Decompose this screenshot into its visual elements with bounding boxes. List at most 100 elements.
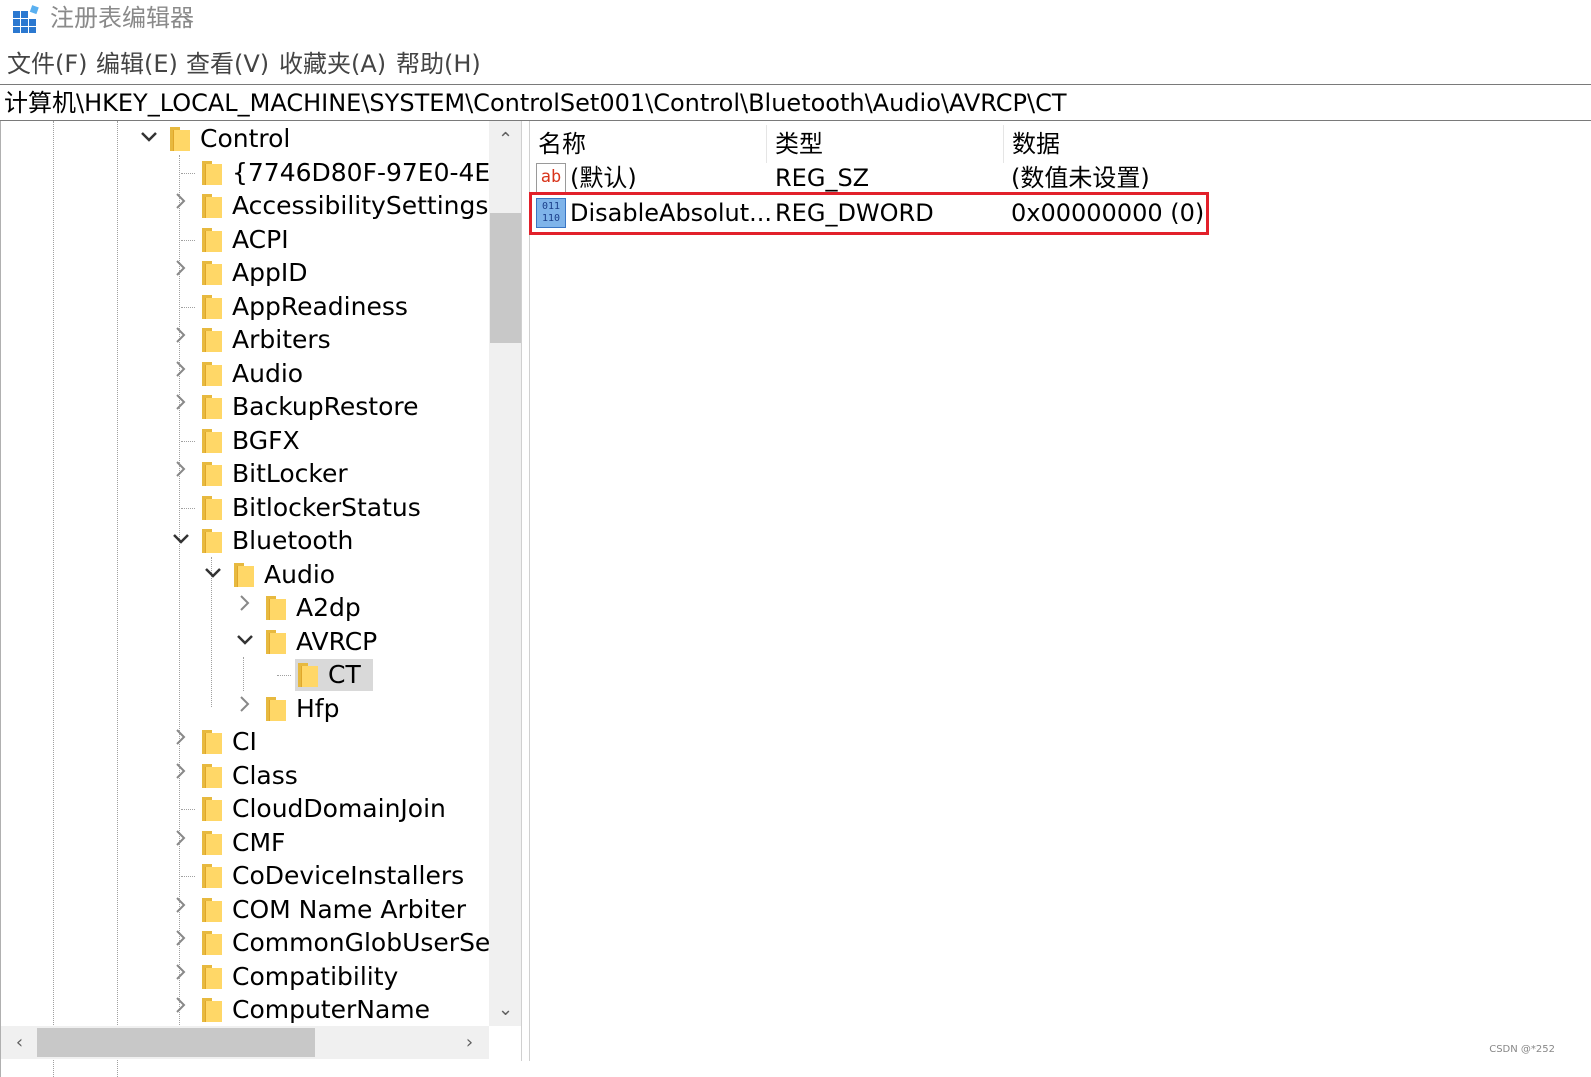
chevron-right-icon[interactable] [169,895,193,923]
menu-edit[interactable]: 编辑(E) [96,48,178,80]
window-title: 注册表编辑器 [50,4,194,32]
tree-item[interactable]: ComputerName [1,993,489,1027]
title-bar: 注册表编辑器 [0,0,1591,38]
folder-icon [202,864,222,888]
folder-icon [202,897,222,922]
tree-item[interactable]: BGFX [1,424,489,458]
tree-item[interactable]: CMF [1,826,489,860]
folder-icon [202,462,222,486]
tree-item[interactable]: A2dp [1,591,489,625]
menu-bar: 文件(F) 编辑(E) 查看(V) 收藏夹(A) 帮助(H) [0,46,1591,84]
scroll-up-icon[interactable]: ⌃ [489,123,521,156]
regedit-app-icon [13,5,39,33]
scroll-thumb[interactable] [37,1028,315,1057]
scroll-thumb[interactable] [490,213,521,343]
tree-item-label: Compatibility [232,961,399,991]
tree-item-label: CI [232,727,257,756]
menu-view[interactable]: 查看(V) [186,48,269,80]
chevron-right-icon[interactable] [169,325,193,353]
chevron-right-icon[interactable] [169,995,193,1023]
folder-icon [266,596,286,620]
chevron-right-icon[interactable] [233,593,257,621]
chevron-right-icon[interactable] [169,359,193,387]
tree-item[interactable]: COM Name Arbiter [1,893,489,927]
tree-connector [277,675,291,676]
chevron-right-icon[interactable] [169,727,193,755]
value-data: (数值未设置) [1011,164,1150,192]
folder-icon [202,227,222,252]
folder-icon [170,127,190,151]
chevron-down-icon[interactable] [201,560,225,588]
tree-item[interactable]: BitLocker [1,457,489,491]
tree-item[interactable]: Compatibility [1,960,489,994]
chevron-right-icon[interactable] [233,694,257,722]
tree-item-label: A2dp [296,593,361,622]
tree-item[interactable]: AccessibilitySettings [1,189,489,223]
tree-item[interactable]: AppID [1,256,489,290]
address-bar[interactable]: 计算机\HKEY_LOCAL_MACHINE\SYSTEM\ControlSet… [0,84,1591,121]
folder-icon [202,495,222,520]
tree-item-label: AVRCP [296,626,378,656]
tree-connector [181,306,195,308]
tree-item[interactable]: Audio [1,357,489,391]
tree-item[interactable]: Bluetooth [1,524,489,558]
folder-icon [202,294,222,319]
chevron-down-icon[interactable] [233,627,257,655]
tree-item[interactable]: {7746D80F-97E0-4E26- [1,156,521,190]
chevron-right-icon[interactable] [169,761,193,789]
tree-item[interactable]: BackupRestore [1,390,489,424]
tree-item[interactable]: Audio [1,558,489,592]
tree-item[interactable]: AppReadiness [1,290,489,324]
tree-item-label: Arbiters [232,325,331,354]
address-path[interactable]: 计算机\HKEY_LOCAL_MACHINE\SYSTEM\ControlSet… [4,87,1067,119]
tree-item[interactable]: ACPI [1,223,489,257]
chevron-right-icon[interactable] [169,258,193,286]
tree-item[interactable]: Class [1,759,489,793]
tree-item[interactable]: CI [1,725,489,759]
tree-item[interactable]: CT [1,658,489,692]
folder-icon [202,998,222,1022]
column-header-type[interactable]: 类型 [767,125,1003,163]
folder-icon [202,160,222,185]
menu-file[interactable]: 文件(F) [7,48,88,80]
chevron-down-icon[interactable] [137,124,161,152]
chevron-right-icon[interactable] [169,392,193,420]
chevron-right-icon[interactable] [169,828,193,856]
column-header-data[interactable]: 数据 [1004,125,1304,163]
tree-item[interactable]: CommonGlobUserSetti [1,926,517,960]
menu-help[interactable]: 帮助(H) [396,48,481,80]
scroll-right-icon[interactable]: › [453,1026,486,1059]
folder-icon [202,529,222,553]
pane-splitter[interactable] [521,121,530,1061]
chevron-right-icon[interactable] [169,459,193,487]
chevron-right-icon[interactable] [169,928,193,956]
folder-icon [202,361,222,386]
tree-item[interactable]: AVRCP [1,625,489,659]
tree-item[interactable]: Control [1,122,489,156]
chevron-right-icon[interactable] [169,962,193,990]
string-value-icon: ab [536,163,566,193]
tree-item-label: AppReadiness [232,291,408,321]
tree-item[interactable]: Arbiters [1,323,489,357]
scroll-down-icon[interactable]: ⌄ [489,993,521,1026]
menu-favorites[interactable]: 收藏夹(A) [279,48,386,80]
folder-icon [202,194,222,218]
tree-item-label: BitLocker [232,459,348,488]
folder-icon [202,931,222,955]
folder-icon [202,261,222,285]
tree-vertical-scrollbar[interactable]: ⌃ ⌄ [489,121,521,1026]
column-header-name[interactable]: 名称 [530,125,766,163]
key-tree-pane: Control {7746D80F-97E0-4E26- Accessibility… [0,121,521,1077]
tree-item[interactable]: Hfp [1,692,489,726]
value-row[interactable]: ab (默认) REG_SZ (数值未设置) [530,161,1591,195]
tree-horizontal-scrollbar[interactable]: ‹ › [1,1026,489,1059]
tree-item[interactable]: CloudDomainJoin [1,792,489,826]
tree-item[interactable]: BitlockerStatus [1,491,489,525]
tree-connector [181,809,195,810]
scroll-left-icon[interactable]: ‹ [3,1026,36,1059]
chevron-right-icon[interactable] [169,191,193,219]
tree-item-label: Bluetooth [232,526,354,555]
tree-item[interactable]: CoDeviceInstallers [1,859,489,893]
folder-icon [202,395,222,419]
chevron-down-icon[interactable] [169,526,193,554]
